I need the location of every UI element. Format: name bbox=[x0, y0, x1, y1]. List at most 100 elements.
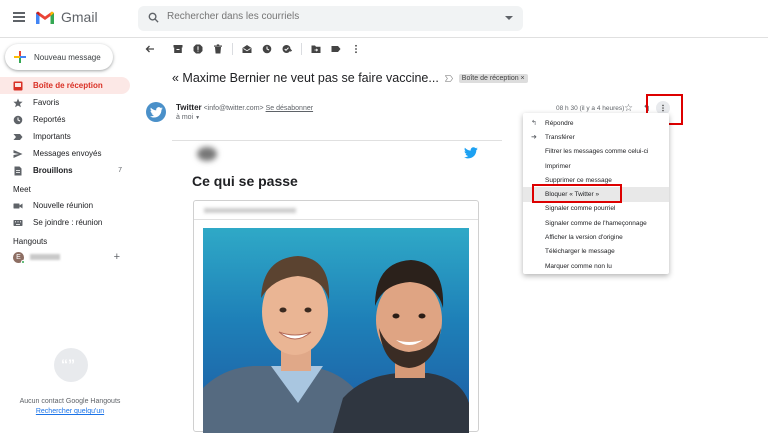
search-input[interactable] bbox=[167, 11, 487, 22]
menu-item-reply[interactable]: ↰ Répondre bbox=[523, 116, 669, 130]
move-to-button[interactable] bbox=[306, 39, 326, 59]
search-icon[interactable] bbox=[148, 12, 159, 23]
no-contact-text: Aucun contact Google Hangouts bbox=[19, 398, 121, 405]
new-conversation-plus-icon[interactable]: + bbox=[114, 251, 120, 263]
highlight-block-sender bbox=[532, 184, 622, 203]
sidebar: Nouveau message Boîte de réception Favor… bbox=[0, 38, 135, 432]
more-actions-button[interactable] bbox=[346, 39, 366, 59]
sidebar-item-starred[interactable]: Favoris bbox=[0, 94, 130, 111]
gmail-logo[interactable]: Gmail bbox=[35, 9, 98, 25]
clock-icon bbox=[13, 115, 23, 124]
menu-item-show-original[interactable]: Afficher la version d'origine bbox=[523, 230, 669, 244]
report-icon bbox=[193, 44, 203, 54]
search-options-icon[interactable] bbox=[505, 16, 513, 20]
message-toolbar bbox=[140, 38, 768, 60]
delete-button[interactable] bbox=[208, 39, 228, 59]
label-icon bbox=[331, 46, 341, 52]
back-button[interactable] bbox=[140, 39, 160, 59]
menu-item-label: Répondre bbox=[545, 119, 574, 127]
snooze-button[interactable] bbox=[257, 39, 277, 59]
sidebar-item-label: Se joindre : réunion bbox=[33, 218, 103, 227]
inbox-label-tag[interactable]: Boîte de réception × bbox=[458, 73, 528, 83]
add-to-tasks-button[interactable] bbox=[277, 39, 297, 59]
menu-item-mark-unread[interactable]: Marquer comme non lu bbox=[523, 259, 669, 273]
tweet-photo[interactable] bbox=[203, 228, 469, 433]
sender-info: Twitter <info@twitter.com> Se désabonner bbox=[176, 103, 313, 112]
menu-item-print[interactable]: Imprimer bbox=[523, 159, 669, 173]
top-bar: Gmail bbox=[0, 0, 768, 38]
sidebar-item-new-meeting[interactable]: Nouvelle réunion bbox=[0, 197, 130, 214]
recipient-details[interactable]: à moi ▼ bbox=[176, 114, 200, 121]
star-icon bbox=[13, 98, 23, 107]
avatar: E bbox=[13, 251, 25, 264]
sidebar-item-label: Importants bbox=[33, 132, 71, 141]
hangouts-user[interactable]: E + bbox=[0, 249, 130, 265]
unsubscribe-link[interactable]: Se désabonner bbox=[266, 105, 313, 112]
draft-icon bbox=[14, 166, 22, 175]
tweet-card[interactable] bbox=[193, 200, 479, 433]
email-subject-row: « Maxime Bernier ne veut pas se faire va… bbox=[172, 71, 528, 85]
move-to-folder-icon bbox=[311, 45, 321, 53]
labels-button[interactable] bbox=[326, 39, 346, 59]
two-men-photo-illustration bbox=[203, 256, 469, 433]
drafts-count: 7 bbox=[118, 167, 122, 174]
email-timestamp: 08 h 30 (il y a 4 heures) bbox=[556, 105, 625, 112]
menu-item-download[interactable]: Télécharger le message bbox=[523, 245, 669, 259]
sidebar-item-important[interactable]: Importants bbox=[0, 128, 130, 145]
menu-item-forward[interactable]: ➜ Transférer bbox=[523, 130, 669, 144]
twitter-bird-icon bbox=[149, 106, 163, 118]
reply-icon: ↰ bbox=[531, 120, 537, 128]
send-icon bbox=[13, 149, 23, 158]
forward-icon: ➜ bbox=[531, 134, 537, 142]
video-icon bbox=[13, 203, 23, 208]
arrow-back-icon bbox=[145, 45, 154, 53]
sender-avatar bbox=[146, 102, 166, 122]
gmail-m-icon bbox=[36, 11, 54, 24]
archive-icon bbox=[173, 45, 183, 53]
menu-item-report-spam[interactable]: Signaler comme pourriel bbox=[523, 202, 669, 216]
search-bar[interactable] bbox=[138, 6, 523, 31]
sender-address: <info@twitter.com> bbox=[203, 105, 264, 112]
blurred-sender-logo bbox=[197, 147, 217, 161]
email-subject: « Maxime Bernier ne veut pas se faire va… bbox=[172, 71, 439, 85]
main-menu-icon[interactable] bbox=[13, 12, 25, 22]
avatar-initial: E bbox=[16, 253, 21, 261]
sidebar-item-label: Boîte de réception bbox=[33, 81, 103, 90]
important-icon bbox=[13, 133, 23, 140]
add-task-icon bbox=[282, 45, 292, 53]
sidebar-item-drafts[interactable]: Brouillons 7 bbox=[0, 162, 130, 179]
search-someone-link[interactable]: Rechercher quelqu'un bbox=[0, 408, 140, 415]
menu-item-label: Filtrer les messages comme celui-ci bbox=[545, 148, 649, 156]
gmail-wordmark: Gmail bbox=[61, 9, 98, 25]
menu-item-label: Marquer comme non lu bbox=[545, 262, 612, 270]
menu-item-label: Télécharger le message bbox=[545, 248, 615, 256]
sidebar-item-sent[interactable]: Messages envoyés bbox=[0, 145, 130, 162]
report-spam-button[interactable] bbox=[188, 39, 208, 59]
sidebar-item-join-meeting[interactable]: Se joindre : réunion bbox=[0, 214, 130, 231]
to-me-label: à moi bbox=[176, 114, 194, 121]
hangouts-section-title: Hangouts bbox=[13, 237, 48, 246]
card-divider bbox=[194, 219, 478, 220]
sidebar-item-label: Reportés bbox=[33, 115, 66, 124]
sidebar-item-label: Favoris bbox=[33, 98, 60, 107]
archive-button[interactable] bbox=[168, 39, 188, 59]
twitter-bird-icon bbox=[464, 147, 478, 159]
sidebar-item-label: Brouillons bbox=[33, 166, 73, 175]
blurred-card-header bbox=[204, 208, 296, 213]
sidebar-item-label: Nouvelle réunion bbox=[33, 201, 94, 210]
sidebar-item-snoozed[interactable]: Reportés bbox=[0, 111, 130, 128]
email-headline: Ce qui se passe bbox=[192, 173, 298, 189]
clock-icon bbox=[262, 44, 272, 54]
toolbar-divider bbox=[232, 43, 233, 55]
mark-unread-button[interactable] bbox=[237, 39, 257, 59]
trash-icon bbox=[214, 44, 222, 54]
compose-label: Nouveau message bbox=[34, 52, 101, 62]
compose-button[interactable]: Nouveau message bbox=[5, 44, 113, 70]
menu-item-label: Imprimer bbox=[545, 162, 571, 170]
menu-item-report-phishing[interactable]: Signaler comme de l'hameçonnage bbox=[523, 216, 669, 230]
more-vert-icon bbox=[355, 44, 357, 54]
menu-item-filter-similar[interactable]: Filtrer les messages comme celui-ci bbox=[523, 145, 669, 159]
sidebar-item-inbox[interactable]: Boîte de réception bbox=[0, 77, 130, 94]
important-marker-icon[interactable] bbox=[444, 74, 453, 82]
sender-name[interactable]: Twitter bbox=[176, 103, 202, 112]
